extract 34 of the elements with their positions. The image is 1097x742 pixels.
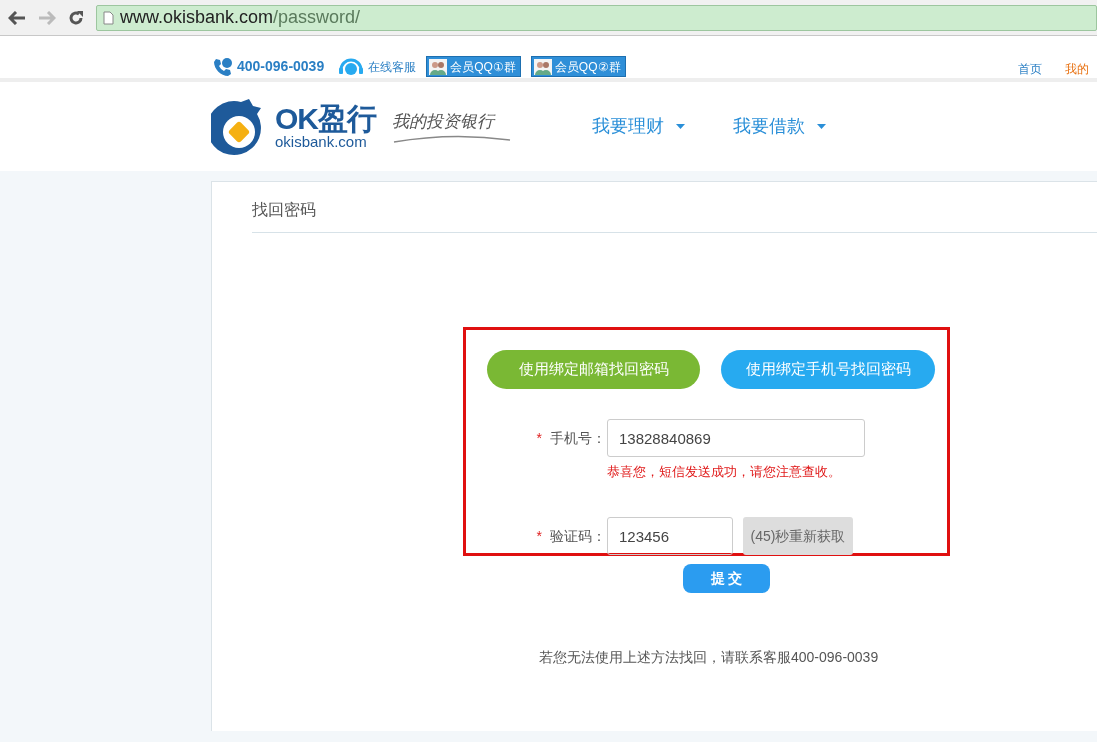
people-icon: [533, 58, 552, 75]
hotline-number: 400-096-0039: [237, 57, 325, 76]
online-service-link[interactable]: 在线客服: [338, 57, 417, 76]
submit-button[interactable]: 提 交: [683, 564, 770, 593]
help-text: 若您无法使用上述方法找回，请联系客服400-096-0039: [539, 648, 879, 667]
nav-menu[interactable]: 我要借款: [733, 113, 826, 140]
success-message: 恭喜您，短信发送成功，请您注意查收。: [607, 464, 841, 479]
recovery-method-button[interactable]: 使用绑定邮箱找回密码: [487, 350, 700, 389]
top-link[interactable]: 我的: [1065, 60, 1089, 78]
headset-icon: [338, 57, 365, 76]
page-title: 找回密码: [252, 201, 316, 218]
page-icon: [103, 10, 114, 25]
url-text: www.okisbank.com/password/: [120, 6, 361, 29]
reload-icon[interactable]: [68, 9, 84, 26]
field-label: 验证码：: [550, 526, 606, 546]
slogan-text: 我的投资银行: [392, 109, 497, 133]
code-field[interactable]: 123456: [607, 517, 733, 555]
logo-name: OK盈行: [275, 104, 376, 134]
caret-icon: [676, 124, 685, 129]
address-bar[interactable]: www.okisbank.com/password/: [96, 4, 1097, 31]
caret-icon: [817, 124, 826, 129]
qq-group-button[interactable]: 会员QQ①群: [426, 56, 521, 77]
recovery-method-button[interactable]: 使用绑定手机号找回密码: [721, 350, 935, 389]
phone-icon: [213, 56, 233, 77]
top-link[interactable]: 首页: [1018, 60, 1042, 78]
nav-menu[interactable]: 我要理财: [592, 113, 685, 140]
back-icon[interactable]: [8, 10, 26, 25]
field-label: 手机号：: [550, 428, 606, 448]
logo-domain: okisbank.com: [275, 134, 367, 149]
people-icon: [429, 58, 448, 75]
phone-field[interactable]: 13828840869: [607, 419, 865, 457]
required-mark: *: [536, 526, 542, 546]
required-mark: *: [536, 428, 542, 448]
qq-group-button[interactable]: 会员QQ②群: [530, 56, 626, 77]
